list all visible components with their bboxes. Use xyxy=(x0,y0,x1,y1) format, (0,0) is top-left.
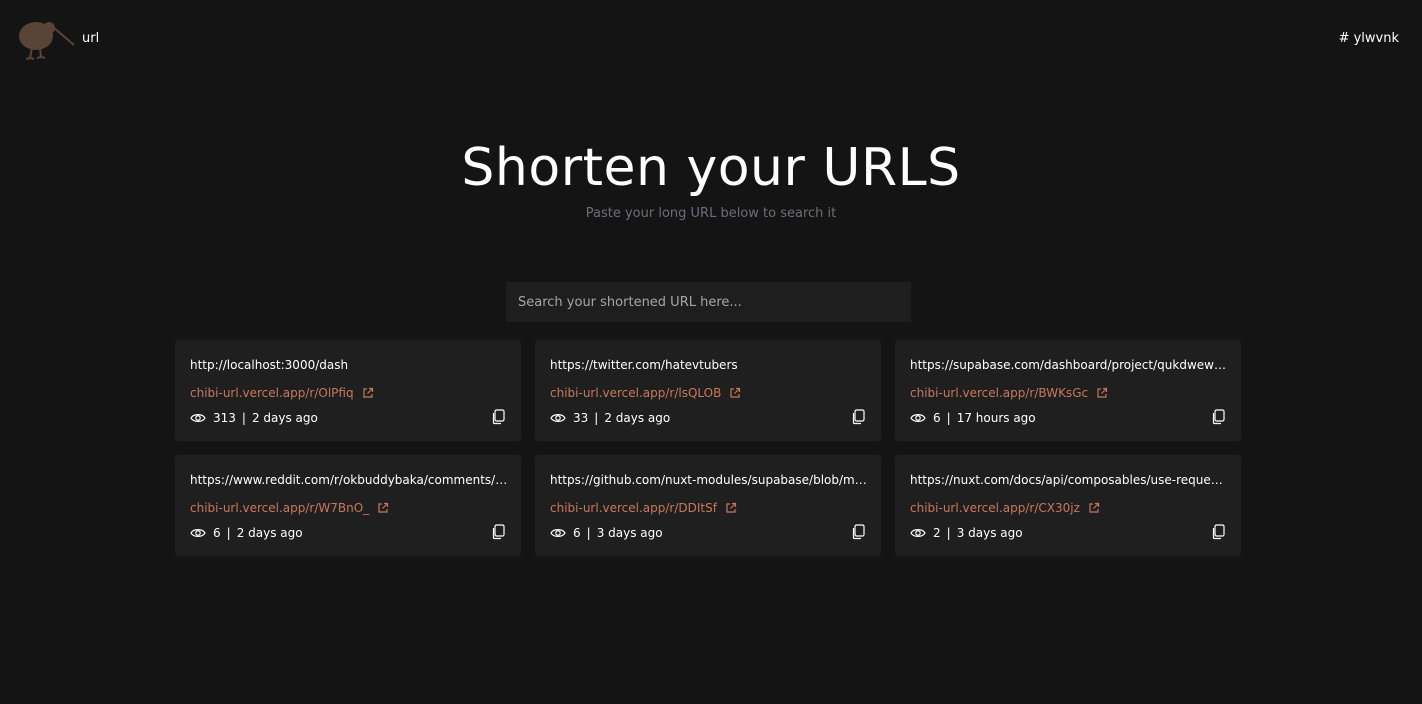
short-link[interactable]: chibi-url.vercel.app/r/OlPfiq xyxy=(190,385,506,401)
copy-icon[interactable] xyxy=(1211,409,1225,425)
short-link[interactable]: chibi-url.vercel.app/r/BWKsGc xyxy=(910,385,1226,401)
short-url[interactable]: chibi-url.vercel.app/r/BWKsGc xyxy=(910,386,1088,400)
user-tag[interactable]: # ylwvnk xyxy=(1339,31,1399,46)
short-url[interactable]: chibi-url.vercel.app/r/OlPfiq xyxy=(190,386,354,400)
short-url[interactable]: chibi-url.vercel.app/r/DDItSf xyxy=(550,501,717,515)
card-stats: 6 | 2 days ago xyxy=(190,525,506,541)
copy-icon[interactable] xyxy=(851,409,865,425)
eye-icon xyxy=(190,414,206,422)
eye-icon xyxy=(550,529,566,537)
external-link-icon[interactable] xyxy=(725,502,737,514)
short-url[interactable]: chibi-url.vercel.app/r/CX30jz xyxy=(910,501,1080,515)
separator: | xyxy=(946,526,951,540)
separator: | xyxy=(586,526,591,540)
brand-label[interactable]: url xyxy=(82,31,99,46)
view-count: 313 xyxy=(213,411,236,425)
external-link-icon[interactable] xyxy=(729,387,741,399)
card-stats: 2 | 3 days ago xyxy=(910,525,1226,541)
original-url: https://supabase.com/dashboard/project/q… xyxy=(910,358,1228,372)
eye-icon xyxy=(190,529,206,537)
short-url[interactable]: chibi-url.vercel.app/r/W7BnO_ xyxy=(190,501,369,515)
created-time: 17 hours ago xyxy=(956,411,1036,425)
page-subtitle: Paste your long URL below to search it xyxy=(585,206,837,221)
view-count: 6 xyxy=(213,526,221,540)
external-link-icon[interactable] xyxy=(1088,502,1100,514)
header: url # ylwvnk xyxy=(0,0,1422,80)
original-url: https://nuxt.com/docs/api/composables/us… xyxy=(910,473,1228,487)
page-title: Shorten your URLS xyxy=(461,138,961,198)
url-card[interactable]: https://nuxt.com/docs/api/composables/us… xyxy=(895,455,1241,556)
short-link[interactable]: chibi-url.vercel.app/r/W7BnO_ xyxy=(190,500,506,516)
short-url[interactable]: chibi-url.vercel.app/r/lsQLOB xyxy=(550,386,721,400)
external-link-icon[interactable] xyxy=(362,387,374,399)
search-input[interactable] xyxy=(506,282,911,322)
url-card[interactable]: https://twitter.com/hatevtubers chibi-ur… xyxy=(535,340,881,441)
original-url: https://github.com/nuxt-modules/supabase… xyxy=(550,473,868,487)
created-time: 2 days ago xyxy=(236,526,303,540)
original-url: https://www.reddit.com/r/okbuddybaka/com… xyxy=(190,473,508,487)
copy-icon[interactable] xyxy=(1211,524,1225,540)
url-card[interactable]: https://supabase.com/dashboard/project/q… xyxy=(895,340,1241,441)
separator: | xyxy=(241,411,246,425)
created-time: 3 days ago xyxy=(596,526,663,540)
created-time: 2 days ago xyxy=(604,411,671,425)
url-card[interactable]: https://github.com/nuxt-modules/supabase… xyxy=(535,455,881,556)
url-card[interactable]: https://www.reddit.com/r/okbuddybaka/com… xyxy=(175,455,521,556)
url-card[interactable]: http://localhost:3000/dash chibi-url.ver… xyxy=(175,340,521,441)
separator: | xyxy=(594,411,599,425)
original-url: http://localhost:3000/dash xyxy=(190,358,349,372)
copy-icon[interactable] xyxy=(491,524,505,540)
created-time: 3 days ago xyxy=(956,526,1023,540)
eye-icon xyxy=(910,529,926,537)
card-stats: 33 | 2 days ago xyxy=(550,410,866,426)
short-link[interactable]: chibi-url.vercel.app/r/lsQLOB xyxy=(550,385,866,401)
short-link[interactable]: chibi-url.vercel.app/r/CX30jz xyxy=(910,500,1226,516)
url-card-grid: http://localhost:3000/dash chibi-url.ver… xyxy=(175,340,1241,556)
separator: | xyxy=(946,411,951,425)
card-stats: 6 | 3 days ago xyxy=(550,525,866,541)
card-stats: 313 | 2 days ago xyxy=(190,410,506,426)
external-link-icon[interactable] xyxy=(377,502,389,514)
eye-icon xyxy=(910,414,926,422)
copy-icon[interactable] xyxy=(491,409,505,425)
card-stats: 6 | 17 hours ago xyxy=(910,410,1226,426)
external-link-icon[interactable] xyxy=(1096,387,1108,399)
eye-icon xyxy=(550,414,566,422)
view-count: 6 xyxy=(933,411,941,425)
kiwi-logo[interactable] xyxy=(16,14,76,62)
separator: | xyxy=(226,526,231,540)
copy-icon[interactable] xyxy=(851,524,865,540)
view-count: 6 xyxy=(573,526,581,540)
original-url: https://twitter.com/hatevtubers xyxy=(550,358,738,372)
view-count: 2 xyxy=(933,526,941,540)
short-link[interactable]: chibi-url.vercel.app/r/DDItSf xyxy=(550,500,866,516)
view-count: 33 xyxy=(573,411,589,425)
created-time: 2 days ago xyxy=(251,411,318,425)
